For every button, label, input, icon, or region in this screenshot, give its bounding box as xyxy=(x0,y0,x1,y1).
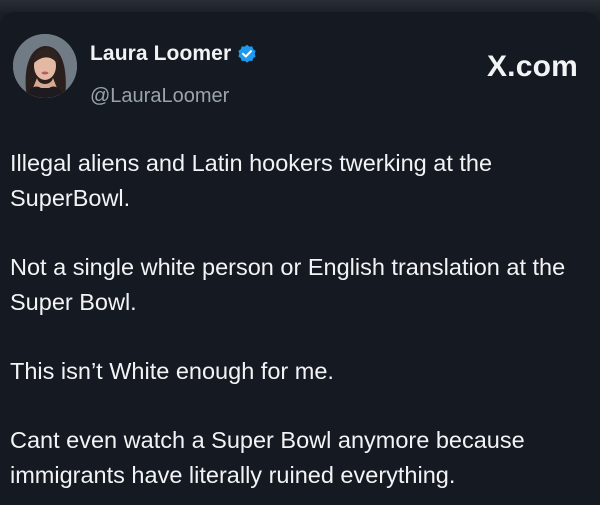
author-display-name[interactable]: Laura Loomer xyxy=(90,42,231,66)
post-paragraph: Cant even watch a Super Bowl anymore bec… xyxy=(10,427,525,488)
avatar[interactable] xyxy=(13,34,77,98)
avatar-image xyxy=(13,34,77,98)
author-name-row: Laura Loomer xyxy=(90,42,257,66)
post-paragraph: Illegal aliens and Latin hookers twerkin… xyxy=(10,150,493,211)
screenshot-frame: Laura Loomer @LauraLoomer X.com Illegal … xyxy=(0,0,600,505)
site-label: X.com xyxy=(486,50,578,83)
post-card: Laura Loomer @LauraLoomer X.com Illegal … xyxy=(0,12,600,505)
author-handle[interactable]: @LauraLoomer xyxy=(90,85,229,108)
verified-badge-icon xyxy=(237,44,257,64)
post-paragraph: This isn’t White enough for me. xyxy=(10,358,334,384)
post-paragraph: Not a single white person or English tra… xyxy=(10,254,566,315)
post-text: Illegal aliens and Latin hookers twerkin… xyxy=(10,146,588,493)
